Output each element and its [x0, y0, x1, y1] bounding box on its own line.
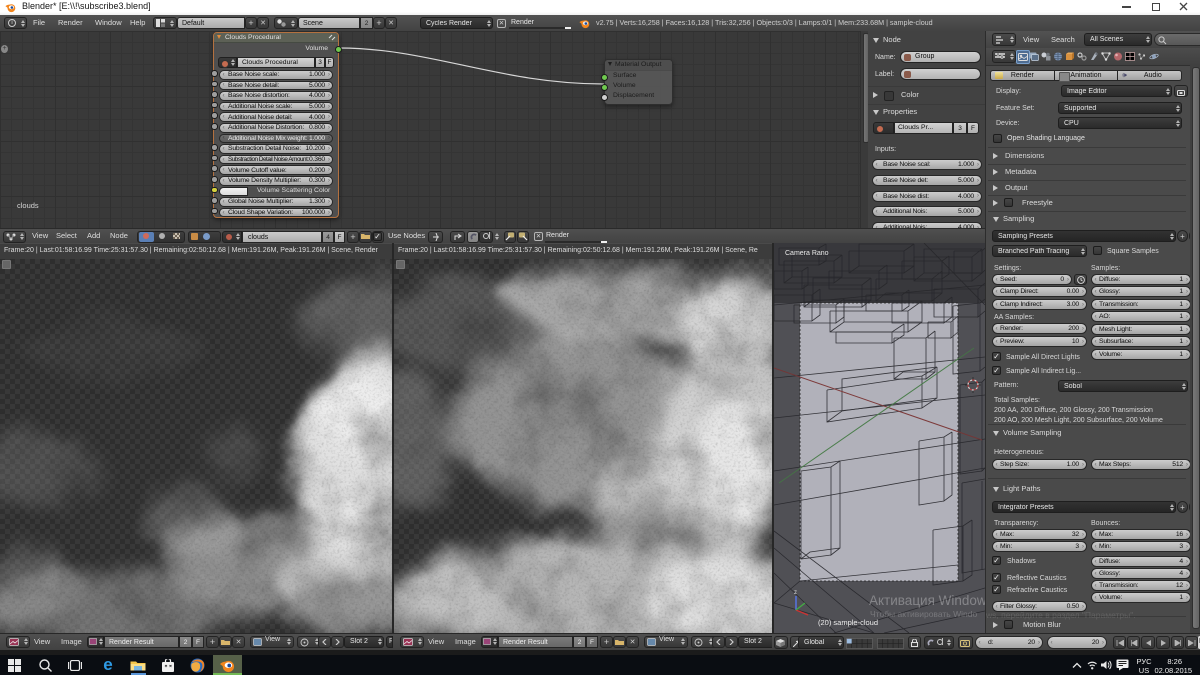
svg-text:z: z — [794, 590, 797, 596]
